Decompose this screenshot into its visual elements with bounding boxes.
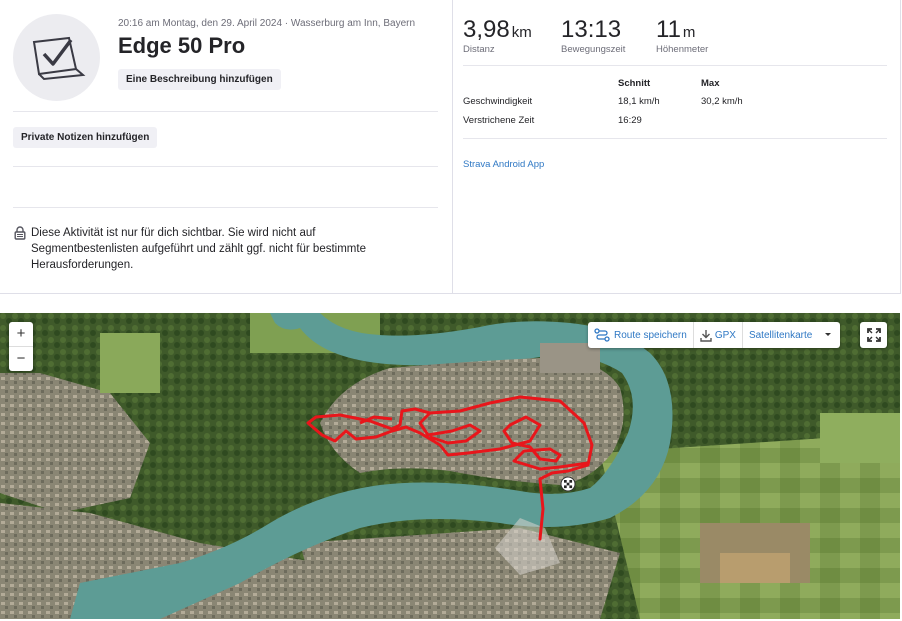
- route-icon: [594, 328, 610, 342]
- distance-value: 3,98: [463, 16, 510, 43]
- zoom-control: + −: [9, 322, 33, 371]
- privacy-notice: Diese Aktivität ist nur für dich sichtba…: [13, 225, 423, 273]
- gpx-download-button[interactable]: GPX: [692, 322, 742, 348]
- speed-avg: 18,1 km/h: [618, 96, 660, 107]
- row-label-speed: Geschwindigkeit: [463, 96, 533, 107]
- add-private-notes-button[interactable]: Private Notizen hinzufügen: [13, 127, 158, 148]
- page-title[interactable]: Edge 50 Pro: [118, 33, 245, 59]
- stat-elevation: 11 m Höhenmeter: [656, 16, 708, 55]
- elevation-value: 11: [656, 16, 681, 43]
- route-map[interactable]: + − Route speichern GPX Satellitenkarte: [0, 313, 900, 619]
- fullscreen-icon: [866, 328, 881, 342]
- avatar: [13, 14, 100, 101]
- divider: [13, 111, 438, 112]
- distance-unit: km: [511, 24, 532, 41]
- moving-time-value: 13:13: [561, 16, 622, 43]
- privacy-text: Diese Aktivität ist nur für dich sichtba…: [31, 227, 366, 271]
- divider: [463, 65, 887, 66]
- zoom-out-button[interactable]: −: [9, 346, 33, 371]
- map-type-label: Satellitenkarte: [748, 329, 813, 341]
- activity-summary-card: 20:16 am Montag, den 29. April 2024 · Wa…: [0, 0, 901, 294]
- activity-header-panel: 20:16 am Montag, den 29. April 2024 · Wa…: [0, 0, 453, 293]
- gpx-label: GPX: [714, 329, 736, 341]
- elapsed-time-avg: 16:29: [618, 115, 642, 126]
- distance-label: Distanz: [463, 44, 495, 55]
- map-toolbar: Route speichern GPX Satellitenkarte: [588, 322, 841, 348]
- column-header-max: Max: [701, 78, 720, 89]
- device-link[interactable]: Strava Android App: [463, 159, 544, 170]
- activity-checkmark-icon: [32, 36, 85, 80]
- divider: [463, 138, 887, 139]
- elevation-label: Höhenmeter: [656, 44, 709, 55]
- chevron-down-icon: [825, 333, 832, 336]
- elevation-unit: m: [682, 24, 696, 41]
- stat-moving-time: 13:13 Bewegungszeit: [561, 16, 625, 55]
- map-type-select[interactable]: Satellitenkarte: [741, 322, 840, 348]
- divider: [13, 166, 438, 167]
- stat-distance: 3,98 km Distanz: [463, 16, 532, 55]
- add-description-button[interactable]: Eine Beschreibung hinzufügen: [118, 69, 281, 90]
- fullscreen-button[interactable]: [860, 322, 887, 348]
- download-icon: [700, 329, 712, 342]
- speed-max: 30,2 km/h: [701, 96, 743, 107]
- divider: [13, 207, 438, 208]
- moving-time-label: Bewegungszeit: [561, 44, 626, 55]
- save-route-button[interactable]: Route speichern: [588, 322, 693, 348]
- finish-flag-icon: [560, 476, 576, 492]
- row-label-elapsed-time: Verstrichene Zeit: [463, 115, 535, 126]
- activity-meta: 20:16 am Montag, den 29. April 2024 · Wa…: [118, 18, 416, 29]
- zoom-in-button[interactable]: +: [9, 322, 33, 346]
- activity-route: [306, 395, 594, 541]
- save-route-label: Route speichern: [614, 329, 687, 341]
- column-header-avg: Schnitt: [618, 78, 651, 89]
- lock-icon: [14, 226, 26, 240]
